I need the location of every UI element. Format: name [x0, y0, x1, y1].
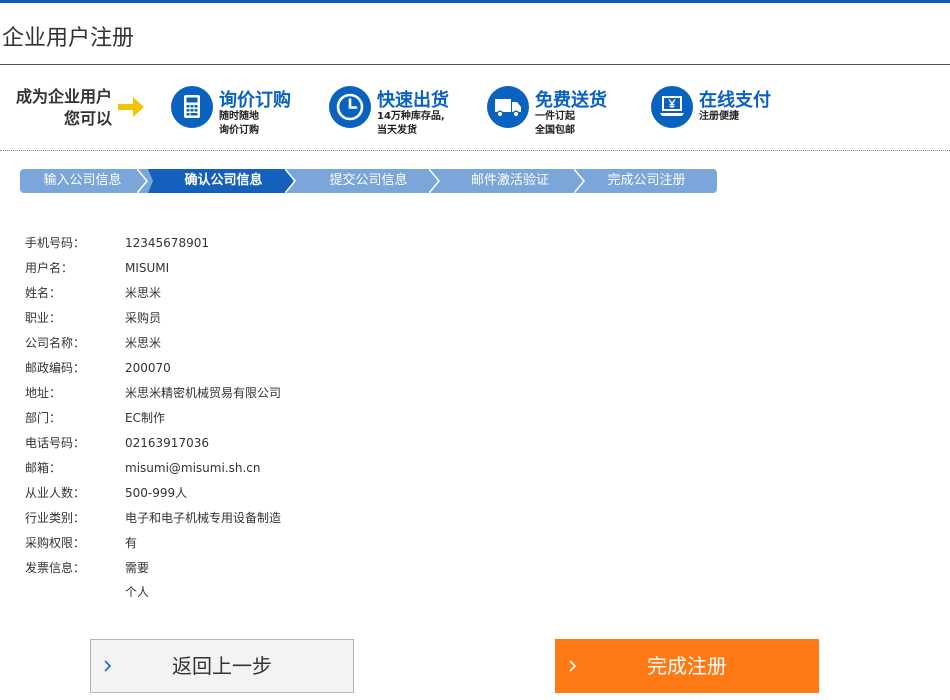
- detail-label: 发票信息：: [25, 561, 86, 575]
- step-separator: [285, 169, 301, 193]
- feature-title: 免费送货: [535, 90, 607, 111]
- step-separator: [137, 169, 153, 193]
- feature-subtitle: 全国包邮: [535, 125, 575, 136]
- detail-value: misumi@misumi.sh.cn: [125, 461, 261, 475]
- become-line-2: 您可以: [63, 109, 112, 128]
- feature-subtitle: 14万种库存品,: [377, 111, 445, 122]
- detail-value: 02163917036: [125, 436, 209, 450]
- detail-value: 有: [125, 536, 138, 550]
- clock-icon: [336, 93, 364, 121]
- detail-label: 行业类别：: [25, 511, 86, 525]
- feature-subtitle: 注册便捷: [699, 111, 739, 122]
- detail-value: 电子和电子机械专用设备制造: [125, 511, 282, 525]
- detail-label: 部门：: [25, 411, 62, 425]
- registration-step-bar: 输入公司信息 确认公司信息 提交公司信息 邮件激活验证 完成公司注册: [20, 169, 717, 193]
- detail-value: 采购员: [125, 311, 162, 325]
- banner-divider: [0, 150, 950, 151]
- detail-value: 200070: [125, 361, 171, 375]
- feature-subtitle: 随时随地: [219, 111, 259, 122]
- step-email-activation: 邮件激活验证: [470, 173, 549, 188]
- become-line-1: 成为企业用户: [15, 87, 112, 106]
- detail-label: 邮箱：: [25, 461, 62, 475]
- detail-label: 从业人数：: [25, 486, 86, 500]
- complete-registration-button[interactable]: 完成注册: [555, 639, 819, 693]
- arrow-right-icon: [118, 97, 144, 117]
- detail-label: 公司名称：: [25, 336, 86, 350]
- detail-label: 手机号码：: [25, 236, 86, 250]
- detail-value: 12345678901: [125, 236, 209, 250]
- detail-label: 采购权限：: [25, 536, 86, 550]
- laptop-yen-icon: [660, 96, 684, 116]
- detail-label: 用户名：: [25, 261, 74, 275]
- step-separator: [574, 169, 585, 193]
- become-member-text: 成为企业用户 您可以: [0, 86, 112, 130]
- truck-icon: [495, 99, 521, 118]
- step-submit-company-info: 提交公司信息: [329, 173, 408, 188]
- calculator-icon: [184, 95, 200, 118]
- back-button[interactable]: 返回上一步: [90, 639, 354, 693]
- detail-value: 米思米: [125, 286, 162, 300]
- detail-label: 邮政编码：: [25, 361, 86, 375]
- feature-title: 在线支付: [699, 90, 771, 111]
- detail-value: MISUMI: [125, 261, 170, 275]
- detail-label: 姓名：: [25, 286, 62, 300]
- page-title: 企业用户注册: [2, 26, 135, 51]
- complete-registration-label: 完成注册: [647, 654, 727, 678]
- feature-title: 询价订购: [219, 90, 291, 111]
- feature-title: 快速出货: [377, 90, 449, 111]
- step-separator: [429, 169, 440, 193]
- feature-subtitle: 一件订起: [535, 111, 575, 122]
- detail-value: 500-999人: [125, 486, 188, 500]
- back-button-label: 返回上一步: [172, 654, 272, 678]
- detail-value-secondary: 个人: [125, 585, 150, 599]
- detail-label: 职业：: [25, 311, 62, 325]
- feature-subtitle: 询价订购: [219, 125, 259, 136]
- detail-value: 需要: [125, 561, 150, 575]
- step-enter-company-info: 输入公司信息: [43, 173, 122, 188]
- detail-label: 电话号码：: [25, 436, 86, 450]
- step-complete-registration: 完成公司注册: [607, 173, 686, 188]
- detail-value: EC制作: [125, 411, 165, 425]
- title-divider: [0, 64, 950, 65]
- detail-value: 米思米精密机械贸易有限公司: [125, 386, 282, 400]
- step-confirm-company-info: 确认公司信息: [184, 173, 263, 188]
- feature-subtitle: 当天发货: [377, 125, 417, 136]
- detail-label: 地址：: [25, 386, 62, 400]
- detail-value: 米思米: [125, 336, 162, 350]
- top-accent-strip: [0, 0, 950, 3]
